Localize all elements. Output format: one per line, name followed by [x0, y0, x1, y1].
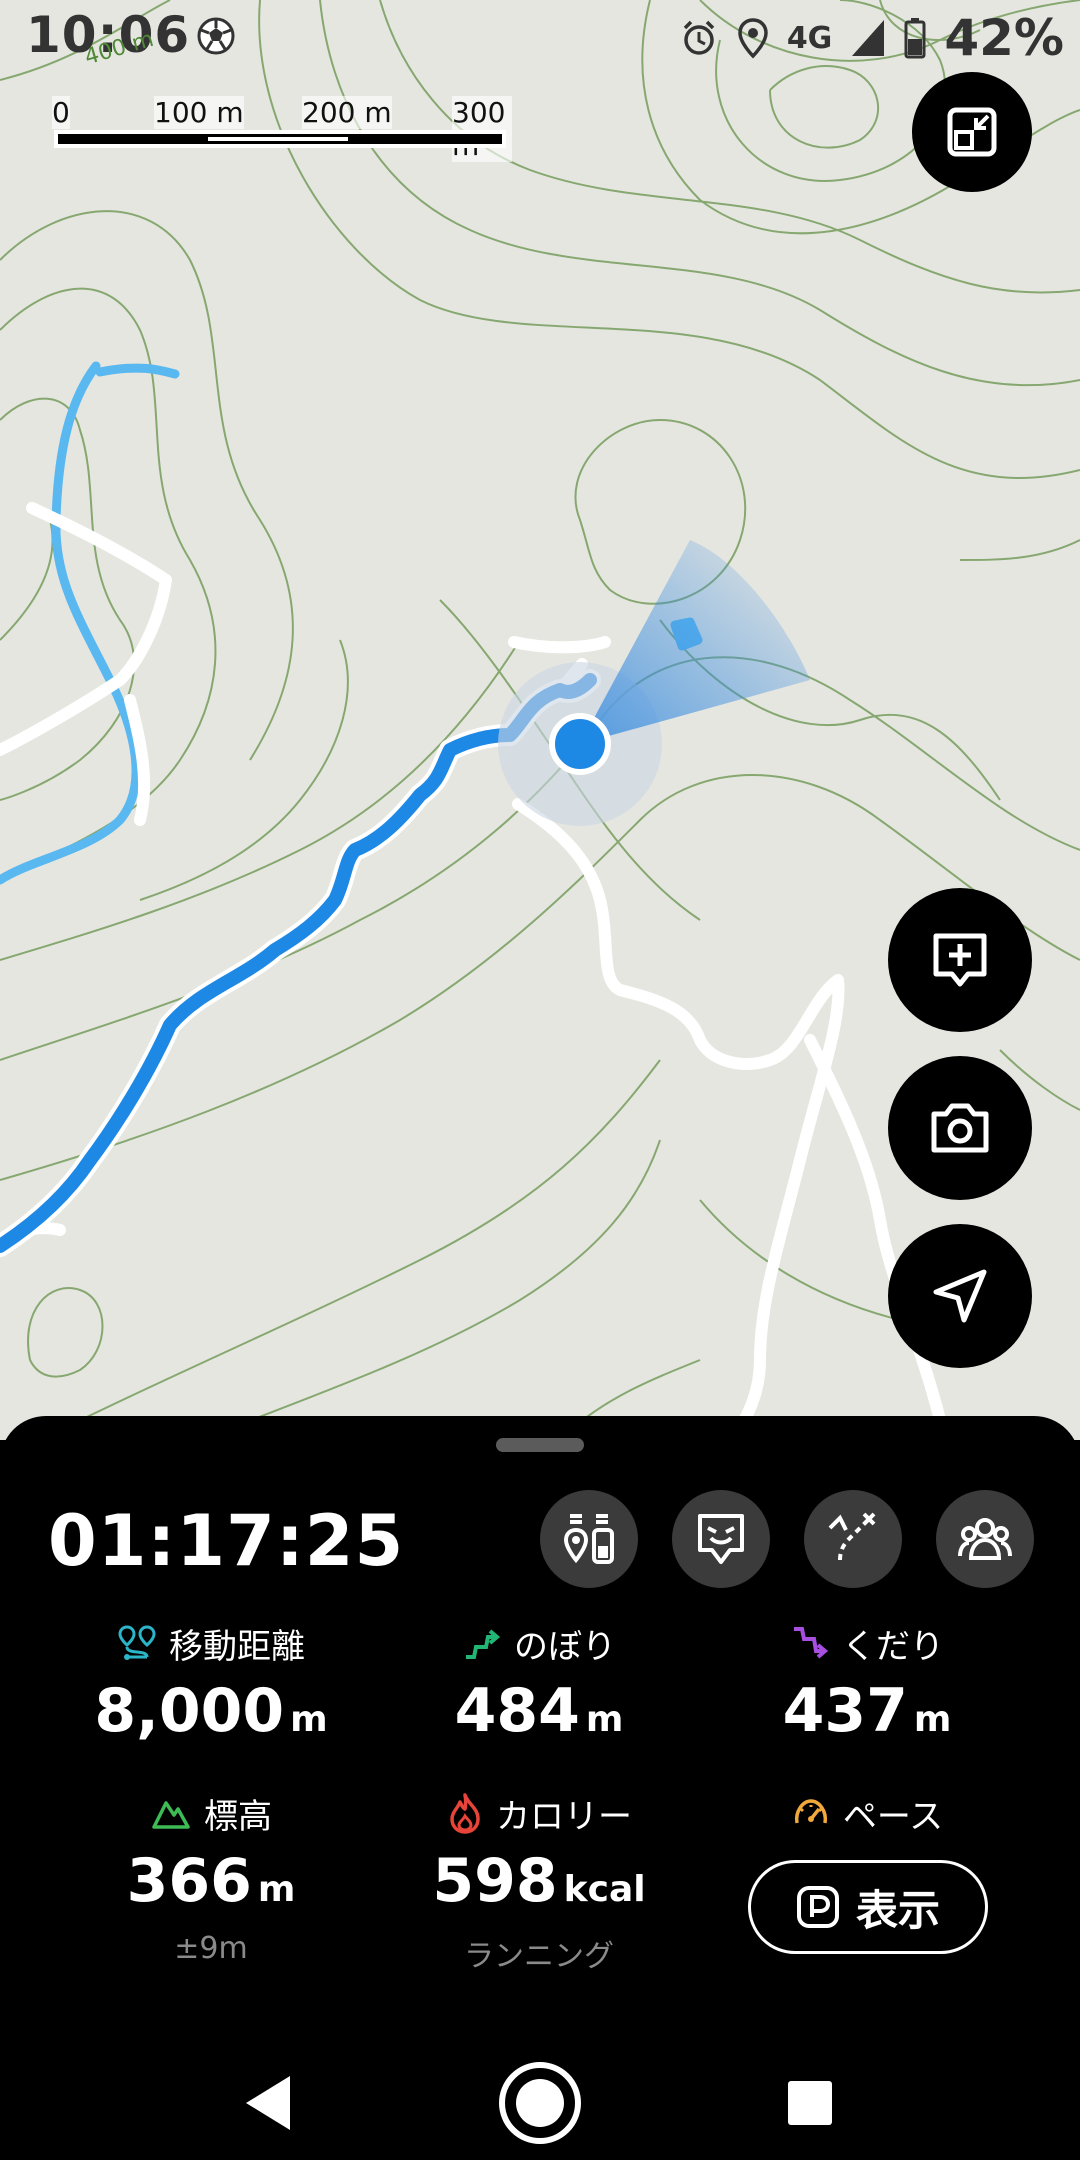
- map-view[interactable]: 10:06 400 m 4G 42% 0 100 m 200 m 300: [0, 0, 1080, 1440]
- stat-distance-unit: m: [290, 1699, 328, 1740]
- network-type: 4G: [786, 20, 833, 56]
- stat-ascent-unit: m: [585, 1699, 624, 1740]
- stat-elevation-label: 標高: [204, 1796, 272, 1837]
- scale-label-200: 200 m: [302, 96, 392, 129]
- map-scale-bar: 0 100 m 200 m 300 m: [48, 96, 512, 162]
- mountain-icon: [152, 1801, 190, 1829]
- shrink-map-icon: [947, 107, 997, 157]
- stat-calories-unit: kcal: [563, 1869, 646, 1910]
- checkpoint-tool-button[interactable]: [540, 1490, 638, 1588]
- scale-label-300: 300 m: [452, 96, 512, 162]
- battery-percent: 42%: [944, 9, 1064, 67]
- route-tool-icon: [828, 1512, 876, 1561]
- scale-label-0: 0: [52, 96, 70, 129]
- route-tool-button[interactable]: [804, 1490, 902, 1588]
- home-icon[interactable]: [499, 2062, 581, 2144]
- camera-button[interactable]: [888, 1056, 1032, 1200]
- stat-distance-value: 8,000: [94, 1676, 285, 1746]
- stat-distance: 移動距離 8,000 m: [46, 1620, 376, 1753]
- activity-panel: 01:17:25 移動距離 8,000 m のぼり 484 m くだり 437 …: [0, 1416, 1080, 2160]
- ascent-icon: [466, 1629, 501, 1659]
- add-memo-button[interactable]: [888, 888, 1032, 1032]
- stat-descent-label: くだり: [842, 1626, 944, 1667]
- battery-icon: [904, 18, 926, 59]
- navigation-arrow-icon: [933, 1269, 987, 1323]
- soccer-ball-icon: [197, 17, 235, 55]
- stat-pace-label: ペース: [842, 1796, 944, 1837]
- stat-descent-unit: m: [913, 1699, 952, 1740]
- alarm-icon: [683, 20, 715, 55]
- show-pace-button[interactable]: 表示: [748, 1860, 988, 1954]
- face-status-icon: [698, 1514, 744, 1564]
- premium-p-icon: [796, 1886, 839, 1928]
- show-pace-label: 表示: [855, 1885, 940, 1935]
- group-icon: [958, 1518, 1012, 1560]
- recents-icon[interactable]: [788, 2081, 832, 2125]
- back-icon[interactable]: [246, 2076, 290, 2130]
- current-location-marker: [498, 540, 810, 826]
- scale-label-100: 100 m: [154, 96, 244, 129]
- stat-elevation-unit: m: [257, 1869, 296, 1910]
- flame-icon: [450, 1793, 480, 1834]
- stat-calories-value: 598: [432, 1846, 558, 1916]
- system-navigation-bar: [0, 2036, 1080, 2160]
- nav-icons: [246, 2062, 832, 2144]
- topographic-map: [0, 0, 1080, 1440]
- location-pin-icon: [738, 18, 768, 59]
- shrink-map-button[interactable]: [912, 72, 1032, 192]
- add-memo-icon: [933, 933, 987, 987]
- stat-ascent-value: 484: [454, 1676, 580, 1746]
- stat-calories-label: カロリー: [496, 1796, 632, 1837]
- stat-descent-value: 437: [782, 1676, 908, 1746]
- face-status-button[interactable]: [672, 1490, 770, 1588]
- distance-icon: [118, 1625, 156, 1660]
- camera-icon: [931, 1103, 989, 1153]
- elapsed-time: 01:17:25: [48, 1500, 405, 1582]
- stat-ascent-label: のぼり: [514, 1626, 616, 1667]
- stat-pace: ペース: [702, 1790, 1032, 1837]
- stat-calories: カロリー 598 kcal ランニング: [374, 1790, 704, 1975]
- stat-ascent: のぼり 484 m: [374, 1620, 704, 1753]
- checkpoint-tool-icon: [563, 1514, 614, 1564]
- speedometer-icon: [794, 1799, 827, 1824]
- scale-bar-segment: [208, 137, 348, 141]
- status-bar: 10:06 400 m 4G 42%: [0, 0, 1080, 74]
- stat-descent: くだり 437 m: [702, 1620, 1032, 1753]
- navigation-button[interactable]: [888, 1224, 1032, 1368]
- descent-icon: [794, 1627, 829, 1659]
- stat-elevation-value: 366: [126, 1846, 252, 1916]
- panel-drag-handle[interactable]: [496, 1438, 584, 1452]
- stat-distance-label: 移動距離: [169, 1626, 305, 1667]
- trails: [0, 502, 956, 1440]
- group-button[interactable]: [936, 1490, 1034, 1588]
- signal-icon: [852, 20, 885, 56]
- stat-calories-activity: ランニング: [464, 1939, 614, 1974]
- stat-elevation-accuracy: ±9m: [174, 1931, 248, 1966]
- stat-elevation: 標高 366 m ±9m: [46, 1790, 376, 1967]
